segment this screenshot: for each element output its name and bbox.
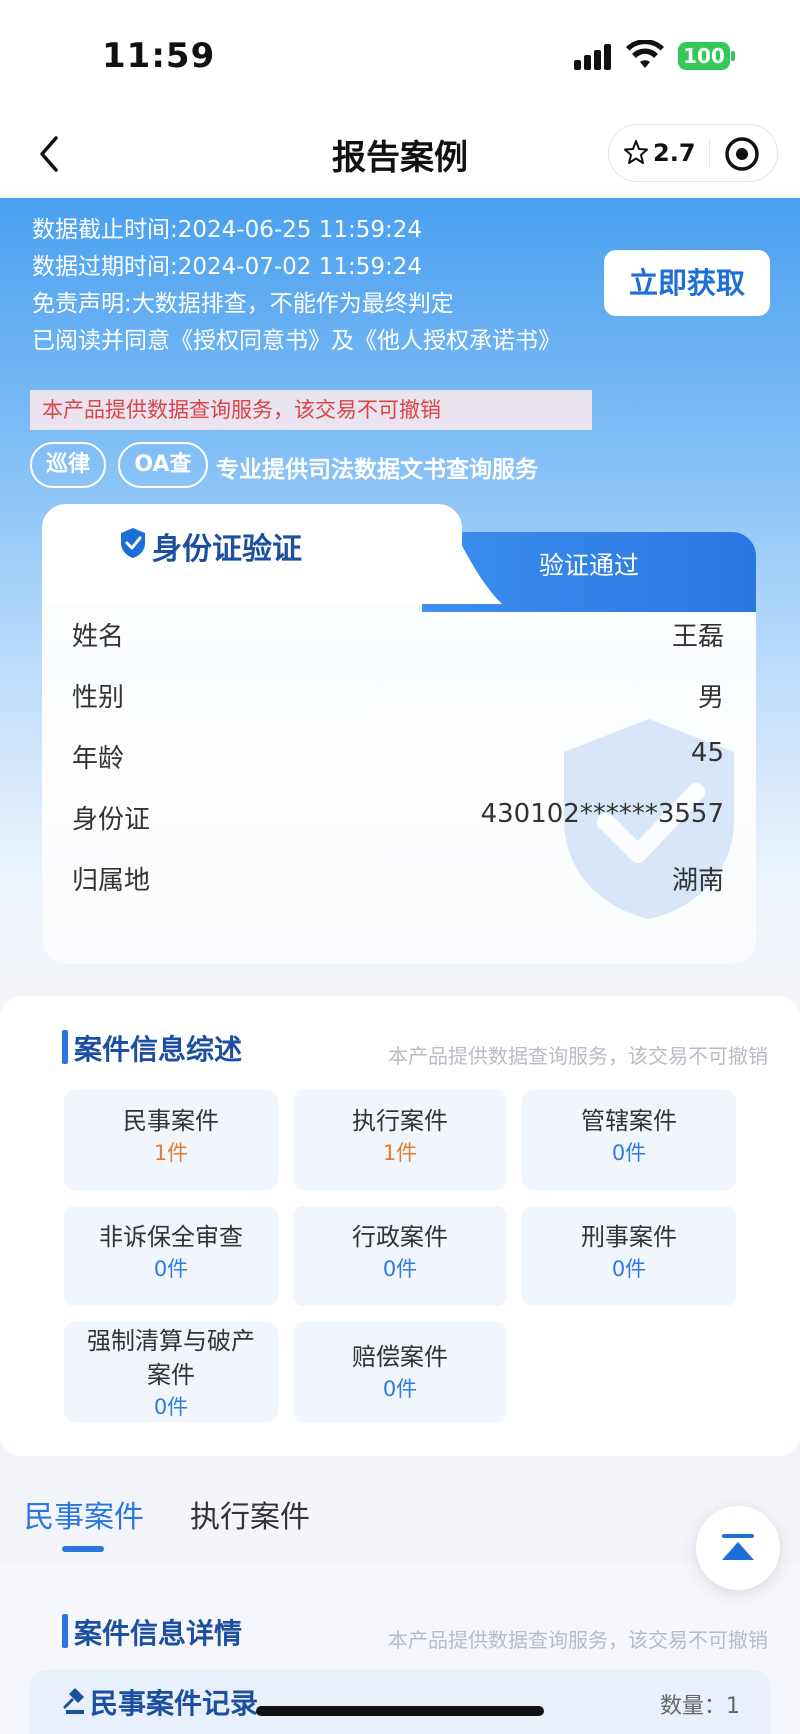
irreversible-warning: 本产品提供数据查询服务，该交易不可撤销 (30, 390, 592, 430)
cell-name: 行政案件 (352, 1223, 448, 1251)
cell-count: 0件 (611, 1141, 647, 1165)
summary-cell-administrative[interactable]: 行政案件 0件 (293, 1206, 507, 1306)
info-key: 性别 (72, 683, 125, 713)
info-value: 湖南 (671, 866, 724, 896)
case-summary-section: 案件信息综述 本产品提供数据查询服务，该交易不可撤销 民事案件 1件 执行案件 … (0, 996, 800, 1456)
cell-count: 0件 (382, 1257, 418, 1281)
nav-bar: 报告案例 2.7 (0, 110, 800, 198)
cell-name: 刑事案件 (581, 1223, 677, 1251)
info-value: 男 (697, 683, 724, 713)
cell-count: 0件 (153, 1257, 189, 1281)
info-key: 身份证 (72, 805, 151, 835)
detail-title: 案件信息详情 (74, 1617, 243, 1650)
get-now-button[interactable]: 立即获取 (604, 250, 770, 316)
summary-cell-enforcement[interactable]: 执行案件 1件 (293, 1090, 507, 1190)
mini-program-capsule: 2.7 (608, 124, 778, 182)
cell-name: 赔偿案件 (352, 1343, 448, 1371)
section-title: 案件信息综述 (74, 1033, 243, 1066)
cellular-signal-icon (574, 44, 614, 70)
record-title: 民事案件记录 (90, 1687, 259, 1720)
battery-tip (731, 51, 735, 61)
case-type-tabs: 民事案件 执行案件 (0, 1468, 800, 1564)
info-value: 王磊 (671, 622, 724, 652)
brand-slogan: 专业提供司法数据文书查询服务 (216, 457, 538, 483)
tab-civil-cases[interactable]: 民事案件 (24, 1492, 144, 1536)
active-tab-indicator (62, 1546, 104, 1552)
id-verification-card: 验证通过 身份证验证 姓名 王磊 性别 男 年龄 45 身份证 430102**… (42, 504, 756, 964)
cell-count: 1件 (382, 1141, 418, 1165)
rating-value: 2.7 (653, 139, 696, 167)
summary-cell-preservation[interactable]: 非诉保全审查 0件 (64, 1206, 278, 1306)
battery-level: 100 (678, 42, 730, 70)
status-time: 11:59 (102, 36, 216, 76)
cell-name-line2: 案件 (147, 1361, 195, 1389)
summary-cell-compensation[interactable]: 赔偿案件 0件 (293, 1322, 507, 1422)
close-target-icon[interactable] (723, 135, 761, 173)
info-value: 430102******3557 (480, 799, 724, 829)
info-row-age: 年龄 45 (72, 738, 724, 778)
info-key: 年龄 (72, 744, 125, 774)
record-count: 数量：1 (660, 1694, 740, 1719)
info-row-id-number: 身份证 430102******3557 (72, 799, 724, 839)
cell-name-line1: 强制清算与破产 (87, 1327, 255, 1355)
oa-cha-logo: OA查 (118, 442, 208, 488)
agreement-text[interactable]: 已阅读并同意《授权同意书》及《他人授权承诺书》 (32, 321, 561, 355)
star-icon[interactable] (623, 139, 649, 165)
cell-count: 0件 (382, 1377, 418, 1401)
status-bar: 11:59 100 (0, 0, 800, 110)
data-cutoff-time: 数据截止时间:2024-06-25 11:59:24 (32, 217, 423, 243)
scroll-to-top-button[interactable] (696, 1506, 780, 1590)
disclaimer: 免责声明:大数据排查，不能作为最终判定 (32, 291, 454, 317)
report-header: 数据截止时间:2024-06-25 11:59:24 数据过期时间:2024-0… (0, 198, 800, 978)
info-row-name: 姓名 王磊 (72, 616, 724, 656)
tab-curve-shape (382, 504, 502, 604)
info-row-gender: 性别 男 (72, 677, 724, 717)
info-key: 姓名 (72, 622, 125, 652)
cell-name: 非诉保全审查 (99, 1223, 243, 1251)
cell-count: 0件 (611, 1257, 647, 1281)
summary-cell-bankruptcy[interactable]: 强制清算与破产 案件 0件 (64, 1322, 278, 1422)
gavel-icon (63, 1688, 84, 1714)
wifi-icon (626, 40, 664, 68)
civil-record-card[interactable]: 民事案件记录 数量：1 (30, 1670, 770, 1734)
info-key: 归属地 (72, 866, 151, 896)
info-row-region: 归属地 湖南 (72, 860, 724, 900)
cell-name: 执行案件 (352, 1107, 448, 1135)
home-indicator (256, 1706, 544, 1716)
capsule-divider (709, 139, 710, 169)
xunlv-logo: 巡律 (30, 442, 106, 488)
cell-count: 0件 (153, 1395, 189, 1419)
section-note: 本产品提供数据查询服务，该交易不可撤销 (388, 1044, 768, 1068)
detail-note: 本产品提供数据查询服务，该交易不可撤销 (388, 1628, 768, 1652)
info-value: 45 (690, 738, 724, 768)
summary-cell-jurisdiction[interactable]: 管辖案件 0件 (522, 1090, 736, 1190)
summary-cell-criminal[interactable]: 刑事案件 0件 (522, 1206, 736, 1306)
arrow-up-to-top-icon (722, 1534, 754, 1560)
cell-count: 1件 (153, 1141, 189, 1165)
tab-enforcement-cases[interactable]: 执行案件 (190, 1492, 310, 1536)
section-accent-bar (62, 1614, 68, 1648)
section-accent-bar (62, 1030, 68, 1064)
cell-name: 管辖案件 (581, 1107, 677, 1135)
data-expire-time: 数据过期时间:2024-07-02 11:59:24 (32, 254, 423, 280)
cell-name: 民事案件 (123, 1107, 219, 1135)
summary-cell-civil[interactable]: 民事案件 1件 (64, 1090, 278, 1190)
card-title: 身份证验证 (152, 532, 302, 567)
shield-check-icon (121, 528, 145, 558)
